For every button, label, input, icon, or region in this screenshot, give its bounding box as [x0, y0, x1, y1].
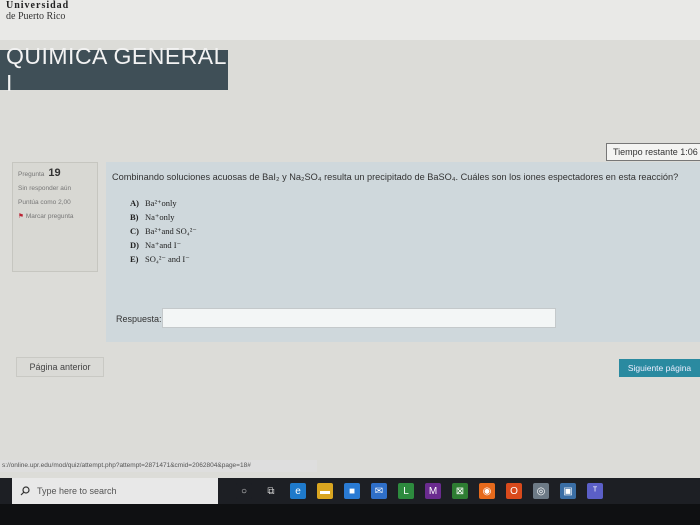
status-url: s://online.upr.edu/mod/quiz/attempt.php?… — [0, 460, 317, 472]
time-remaining: Tiempo restante 1:06 — [606, 143, 700, 161]
option-b: B) Na⁺only — [130, 212, 175, 222]
question-status: Sin responder aún — [18, 185, 72, 192]
store-icon[interactable]: ■ — [344, 483, 360, 499]
taskbar-search[interactable]: Type here to search — [12, 478, 218, 504]
next-page-button[interactable]: Siguiente página — [619, 359, 700, 377]
answer-input[interactable] — [162, 308, 556, 328]
flag-question-label: Marcar pregunta — [25, 213, 74, 220]
course-title[interactable]: QUIMICA GENERAL I — [0, 43, 228, 96]
search-icon — [20, 486, 30, 496]
flag-icon: ⚑ — [18, 213, 24, 220]
option-c: C) Ba²⁺and SO₄²⁻ — [130, 226, 197, 236]
previous-page-button[interactable]: Página anterior — [16, 357, 104, 377]
university-logo[interactable]: Universidad de Puerto Rico — [6, 0, 69, 22]
office-icon[interactable]: O — [506, 483, 522, 499]
file-explorer-icon[interactable]: ▬ — [317, 483, 333, 499]
answer-options: A) Ba²⁺only B) Na⁺only C) Ba²⁺and SO₄²⁻ D) N… — [130, 198, 197, 268]
answer-label: Respuesta: — [116, 314, 162, 324]
question-text: Combinando soluciones acuosas de BaI₂ y … — [112, 172, 679, 182]
question-label: Pregunta — [18, 171, 45, 178]
cortana-icon[interactable]: ○ — [236, 483, 252, 499]
search-placeholder: Type here to search — [37, 486, 117, 496]
question-number: 19 — [48, 167, 61, 179]
question-info-panel: Pregunta 19 Sin responder aún Puntúa com… — [12, 162, 98, 272]
chrome-icon[interactable]: ◎ — [533, 483, 549, 499]
option-a: A) Ba²⁺only — [130, 198, 177, 208]
media-icon[interactable]: M — [425, 483, 441, 499]
camera-icon[interactable]: ▣ — [560, 483, 576, 499]
option-d: D) Na⁺and I⁻ — [130, 240, 182, 250]
firefox-icon[interactable]: ◉ — [479, 483, 495, 499]
task-view-icon[interactable]: ⧉ — [263, 483, 279, 499]
teams-icon[interactable]: ᵀ — [587, 483, 603, 499]
mail-icon[interactable]: ✉ — [371, 483, 387, 499]
edge-icon[interactable]: e — [290, 483, 306, 499]
xbox-icon[interactable]: ⊠ — [452, 483, 468, 499]
university-name-line1: Universidad — [6, 0, 70, 11]
flag-question-link[interactable]: ⚑ Marcar pregunta — [18, 213, 92, 221]
monitor-bezel — [0, 504, 700, 525]
option-e: E) SO₄²⁻ and I⁻ — [130, 254, 190, 264]
page-header — [0, 0, 700, 40]
question-score: Puntúa como 2,00 — [18, 199, 71, 206]
app-icon[interactable]: L — [398, 483, 414, 499]
university-name-line2: de Puerto Rico — [6, 11, 66, 22]
